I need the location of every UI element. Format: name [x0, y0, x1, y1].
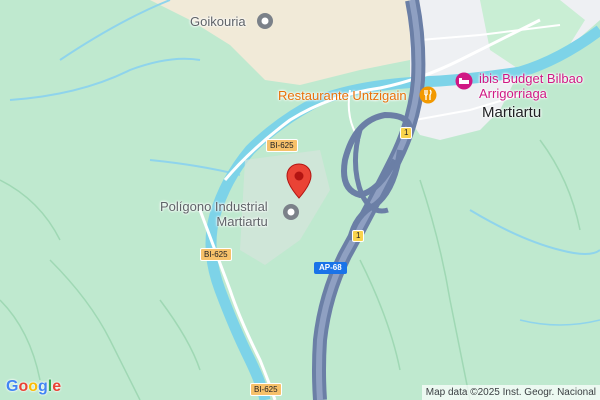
logo-letter: g — [38, 378, 48, 395]
place-label-martiartu[interactable]: Martiartu — [482, 104, 541, 121]
poi-label-industrial[interactable]: Polígono Industrial Martiartu — [160, 199, 268, 229]
poi-label-goikouria[interactable]: Goikouria — [190, 14, 246, 29]
poi-circle-icon[interactable] — [282, 203, 300, 226]
industrial-line1: Polígono Industrial — [160, 199, 268, 214]
stream — [9, 57, 201, 101]
hotel-name-line1: ibis Budget Bilbao — [479, 71, 584, 86]
terrain-line — [539, 139, 581, 231]
google-logo: Google — [6, 378, 61, 396]
road-shield-ap68: AP-68 — [314, 262, 347, 274]
poi-label-hotel[interactable]: ibis Budget Bilbao Arrigorriaga — [479, 71, 583, 101]
terrain-line — [359, 259, 401, 371]
exit-shield: 1 — [400, 127, 413, 139]
hotel-name-line2: Arrigorriaga — [479, 86, 547, 101]
terrain-line — [159, 299, 201, 371]
exit-shield: 1 — [352, 230, 365, 242]
terrain-line — [0, 179, 61, 241]
hotel-icon[interactable] — [455, 72, 473, 95]
map-attribution[interactable]: Map data ©2025 Inst. Geogr. Nacional — [421, 385, 600, 400]
restaurant-icon[interactable] — [419, 86, 437, 109]
terrain-line — [0, 299, 41, 381]
industrial-line2: Martiartu — [216, 214, 268, 229]
terrain-line — [49, 259, 141, 400]
open-area — [150, 0, 410, 85]
stream — [149, 159, 241, 176]
logo-letter: G — [6, 378, 19, 395]
terrain-line — [419, 179, 471, 400]
logo-letter: o — [18, 378, 29, 395]
stream — [59, 0, 171, 61]
road-shield-bi625: BI-625 — [200, 248, 232, 261]
logo-letter: o — [28, 378, 39, 395]
road-shield-bi625: BI-625 — [266, 139, 298, 152]
road-shield-bi625: BI-625 — [250, 383, 282, 396]
logo-letter: e — [52, 378, 62, 395]
stream — [469, 209, 600, 255]
stream — [519, 319, 600, 326]
poi-label-restaurant[interactable]: Restaurante Untzigain — [278, 88, 407, 103]
poi-circle-icon[interactable] — [256, 12, 274, 35]
location-pin-icon[interactable] — [286, 163, 312, 204]
map-canvas[interactable]: Goikouria Restaurante Untzigain ibis Bud… — [0, 0, 600, 400]
